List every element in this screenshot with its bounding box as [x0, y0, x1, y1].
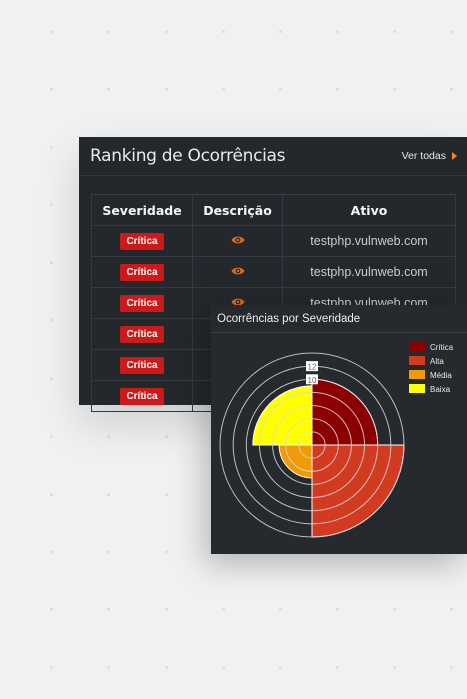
background-dot — [50, 319, 53, 322]
background-dot — [336, 30, 339, 33]
legend-label: Crítica — [430, 343, 454, 352]
severity-badge: Crítica — [120, 232, 164, 250]
see-all-label: Ver todas — [401, 150, 446, 162]
ranking-header: Ranking de Ocorrências Ver todas — [79, 137, 467, 176]
background-dot — [50, 88, 53, 91]
background-dot — [222, 30, 225, 33]
eye-icon[interactable] — [231, 234, 245, 248]
severity-cell: Crítica — [91, 287, 193, 319]
polar-wedge-4 — [252, 385, 313, 446]
severity-cell: Crítica — [91, 225, 193, 257]
tick-label: 12 — [308, 363, 317, 372]
column-header-severity[interactable]: Severidade — [91, 194, 193, 226]
background-dot — [165, 30, 168, 33]
background-dot — [50, 146, 53, 149]
background-dot — [107, 608, 110, 611]
severity-badge: Crítica — [120, 294, 164, 312]
severity-badge: Crítica — [120, 356, 164, 374]
severity-chart-panel: Ocorrências por Severidade 10 12 Crítica Al… — [211, 305, 467, 554]
background-dot — [50, 608, 53, 611]
background-dot — [107, 550, 110, 553]
background-dot — [393, 666, 396, 669]
background-dot — [222, 88, 225, 91]
legend-swatch — [409, 370, 425, 379]
severity-cell: Crítica — [91, 256, 193, 288]
polar-wedge-2 — [311, 444, 405, 538]
asset-cell: testphp.vulnweb.com — [282, 256, 456, 288]
background-dot — [165, 550, 168, 553]
severity-polar-chart: 10 12 Crítica Alta Média Baixa — [219, 342, 454, 538]
background-dot — [165, 666, 168, 669]
table-header-row: Severidade Descrição Ativo — [91, 194, 456, 226]
background-dot — [107, 666, 110, 669]
background-dot — [107, 30, 110, 33]
background-dot — [50, 30, 53, 33]
background-dot — [50, 203, 53, 206]
severity-chart-title: Ocorrências por Severidade — [211, 305, 467, 333]
tick-label: 10 — [308, 376, 317, 385]
background-dot — [50, 550, 53, 553]
column-header-asset[interactable]: Ativo — [282, 194, 456, 226]
ranking-title: Ranking de Ocorrências — [90, 146, 286, 166]
legend-swatch — [409, 356, 425, 365]
chevron-right-icon — [452, 152, 457, 160]
background-dot — [222, 608, 225, 611]
eye-icon[interactable] — [231, 265, 245, 279]
severity-cell: Crítica — [91, 349, 193, 381]
background-dot — [165, 435, 168, 438]
background-dot — [393, 88, 396, 91]
background-dot — [450, 608, 453, 611]
background-dot — [450, 88, 453, 91]
legend-label: Alta — [430, 357, 444, 366]
background-dot — [336, 608, 339, 611]
severity-badge: Crítica — [120, 263, 164, 281]
background-dot — [222, 666, 225, 669]
see-all-link[interactable]: Ver todas — [402, 150, 457, 162]
background-dot — [50, 377, 53, 380]
background-dot — [336, 88, 339, 91]
background-dot — [393, 30, 396, 33]
table-row[interactable]: Crítica testphp.vulnweb.com — [91, 225, 456, 257]
background-dot — [279, 608, 282, 611]
background-dot — [279, 88, 282, 91]
background-dot — [165, 608, 168, 611]
background-dot — [450, 30, 453, 33]
column-header-description[interactable]: Descrição — [192, 194, 283, 226]
severity-badge: Crítica — [120, 325, 164, 343]
asset-cell: testphp.vulnweb.com — [282, 225, 456, 257]
severity-badge: Crítica — [120, 387, 164, 405]
legend-swatch — [409, 384, 425, 393]
background-dot — [279, 666, 282, 669]
background-dot — [50, 261, 53, 264]
background-dot — [50, 493, 53, 496]
background-dot — [279, 30, 282, 33]
severity-cell: Crítica — [91, 318, 193, 350]
table-row[interactable]: Crítica testphp.vulnweb.com — [91, 256, 456, 288]
background-dot — [393, 608, 396, 611]
legend-label: Média — [430, 371, 452, 380]
description-cell — [192, 256, 283, 288]
legend-label: Baixa — [430, 385, 451, 394]
background-dot — [165, 493, 168, 496]
background-dot — [50, 666, 53, 669]
background-dot — [107, 88, 110, 91]
background-dot — [450, 666, 453, 669]
background-dot — [107, 493, 110, 496]
background-dot — [336, 666, 339, 669]
background-dot — [107, 435, 110, 438]
legend-swatch — [409, 342, 425, 351]
background-dot — [165, 88, 168, 91]
background-dot — [50, 435, 53, 438]
description-cell — [192, 225, 283, 257]
severity-cell: Crítica — [91, 380, 193, 412]
